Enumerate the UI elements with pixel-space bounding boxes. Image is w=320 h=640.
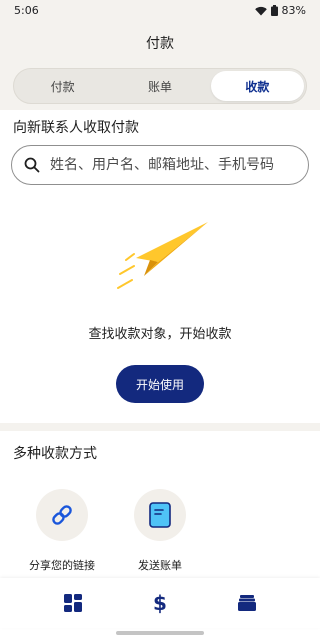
share-link-option[interactable]: 分享您的链接 [22, 489, 102, 573]
link-icon [52, 505, 72, 525]
page-title: 付款 [146, 36, 174, 52]
gesture-bar [116, 631, 204, 635]
methods-section-title: 多种收款方式 [13, 446, 97, 462]
nav-payments[interactable]: $ [140, 583, 180, 623]
header-area: 5:06 83% 付款 付款 账单 收款 [0, 0, 320, 110]
nav-home[interactable] [53, 583, 93, 623]
request-section-title: 向新联系人收取付款 [13, 120, 139, 136]
share-link-label: 分享您的链接 [29, 559, 95, 572]
search-icon [24, 157, 40, 173]
get-started-button[interactable]: 开始使用 [116, 365, 204, 403]
send-invoice-circle [134, 489, 186, 541]
section-divider [0, 423, 320, 431]
bottom-navigation: $ [0, 578, 320, 628]
tab-bar: 付款 账单 收款 [13, 68, 307, 104]
status-bar: 5:06 83% [0, 0, 320, 24]
dashboard-icon [64, 594, 83, 612]
tab-pay[interactable]: 付款 [16, 71, 109, 101]
paper-plane-illustration [117, 222, 208, 289]
status-icons: 83% [254, 4, 306, 17]
wallet-icon [237, 595, 256, 611]
battery-level: 83% [281, 4, 306, 17]
wifi-icon [254, 6, 267, 15]
nav-wallet[interactable] [227, 583, 267, 623]
share-link-circle [36, 489, 88, 541]
tab-bills[interactable]: 账单 [113, 71, 206, 101]
search-input[interactable] [50, 157, 300, 173]
send-invoice-option[interactable]: 发送账单 [120, 489, 200, 573]
dollar-icon: $ [153, 591, 167, 615]
send-invoice-label: 发送账单 [138, 559, 182, 572]
invoice-icon [149, 502, 171, 528]
contact-search[interactable] [11, 145, 309, 185]
tab-receive[interactable]: 收款 [210, 71, 304, 101]
battery-icon [270, 5, 278, 16]
empty-state-message: 查找收款对象，开始收款 [88, 327, 232, 342]
status-time: 5:06 [14, 4, 39, 17]
